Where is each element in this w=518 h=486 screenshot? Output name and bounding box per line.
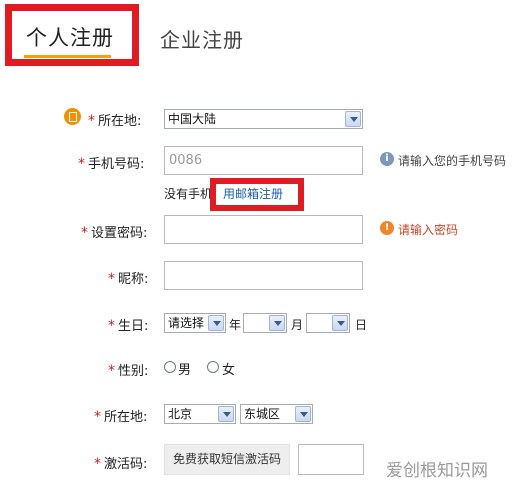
birthday-label: * 生日: [108,318,149,334]
warning-icon: ! [380,221,394,235]
gender-female-radio[interactable] [207,361,219,373]
phone-label: * 手机号码: [78,156,145,172]
activation-code-input[interactable] [298,444,364,475]
birth-day-select[interactable] [306,313,350,333]
watermark: 爱创根知识网 [386,461,488,481]
birth-month-select[interactable] [243,313,287,333]
gender-male-label: 男 [178,363,192,378]
birth-year-select[interactable]: 请选择 [164,313,226,333]
get-sms-code-button[interactable]: 免费获取短信激活码 [164,444,290,475]
chevron-down-icon [269,315,285,331]
day-unit: 日 [355,318,368,332]
activation-label: * 激活码: [94,456,148,472]
gender-female-label: 女 [222,363,236,378]
email-register-link[interactable]: 用邮箱注册 [223,185,283,202]
info-icon: i [380,152,394,166]
city-label: * 所在地: [94,409,148,425]
chevron-down-icon [218,406,234,422]
chevron-down-icon [345,111,361,127]
phone-hint: 请输入您的手机号码 [398,154,507,168]
chevron-down-icon [332,315,348,331]
password-hint: 请输入密码 [398,223,459,237]
region-select[interactable]: 中国大陆 [164,109,363,129]
tab-personal-register[interactable]: 个人注册 [26,22,114,52]
year-unit: 年 [229,318,242,332]
province-select[interactable]: 北京 [164,404,236,424]
gender-label: * 性别: [108,363,149,379]
chevron-down-icon [295,406,311,422]
tab-active-underline [24,55,111,58]
password-input[interactable] [164,215,363,244]
nickname-label: * 昵称: [108,271,149,287]
password-label: * 设置密码: [81,225,148,241]
nickname-input[interactable] [164,261,363,290]
district-select[interactable]: 东城区 [240,404,313,424]
phone-icon [64,108,81,125]
gender-male-radio[interactable] [164,361,176,373]
tab-company-register[interactable]: 企业注册 [160,24,244,53]
month-unit: 月 [291,318,304,332]
phone-input[interactable]: 0086 [164,146,363,175]
chevron-down-icon [208,315,224,331]
region-label: * 所在地: [88,113,142,129]
